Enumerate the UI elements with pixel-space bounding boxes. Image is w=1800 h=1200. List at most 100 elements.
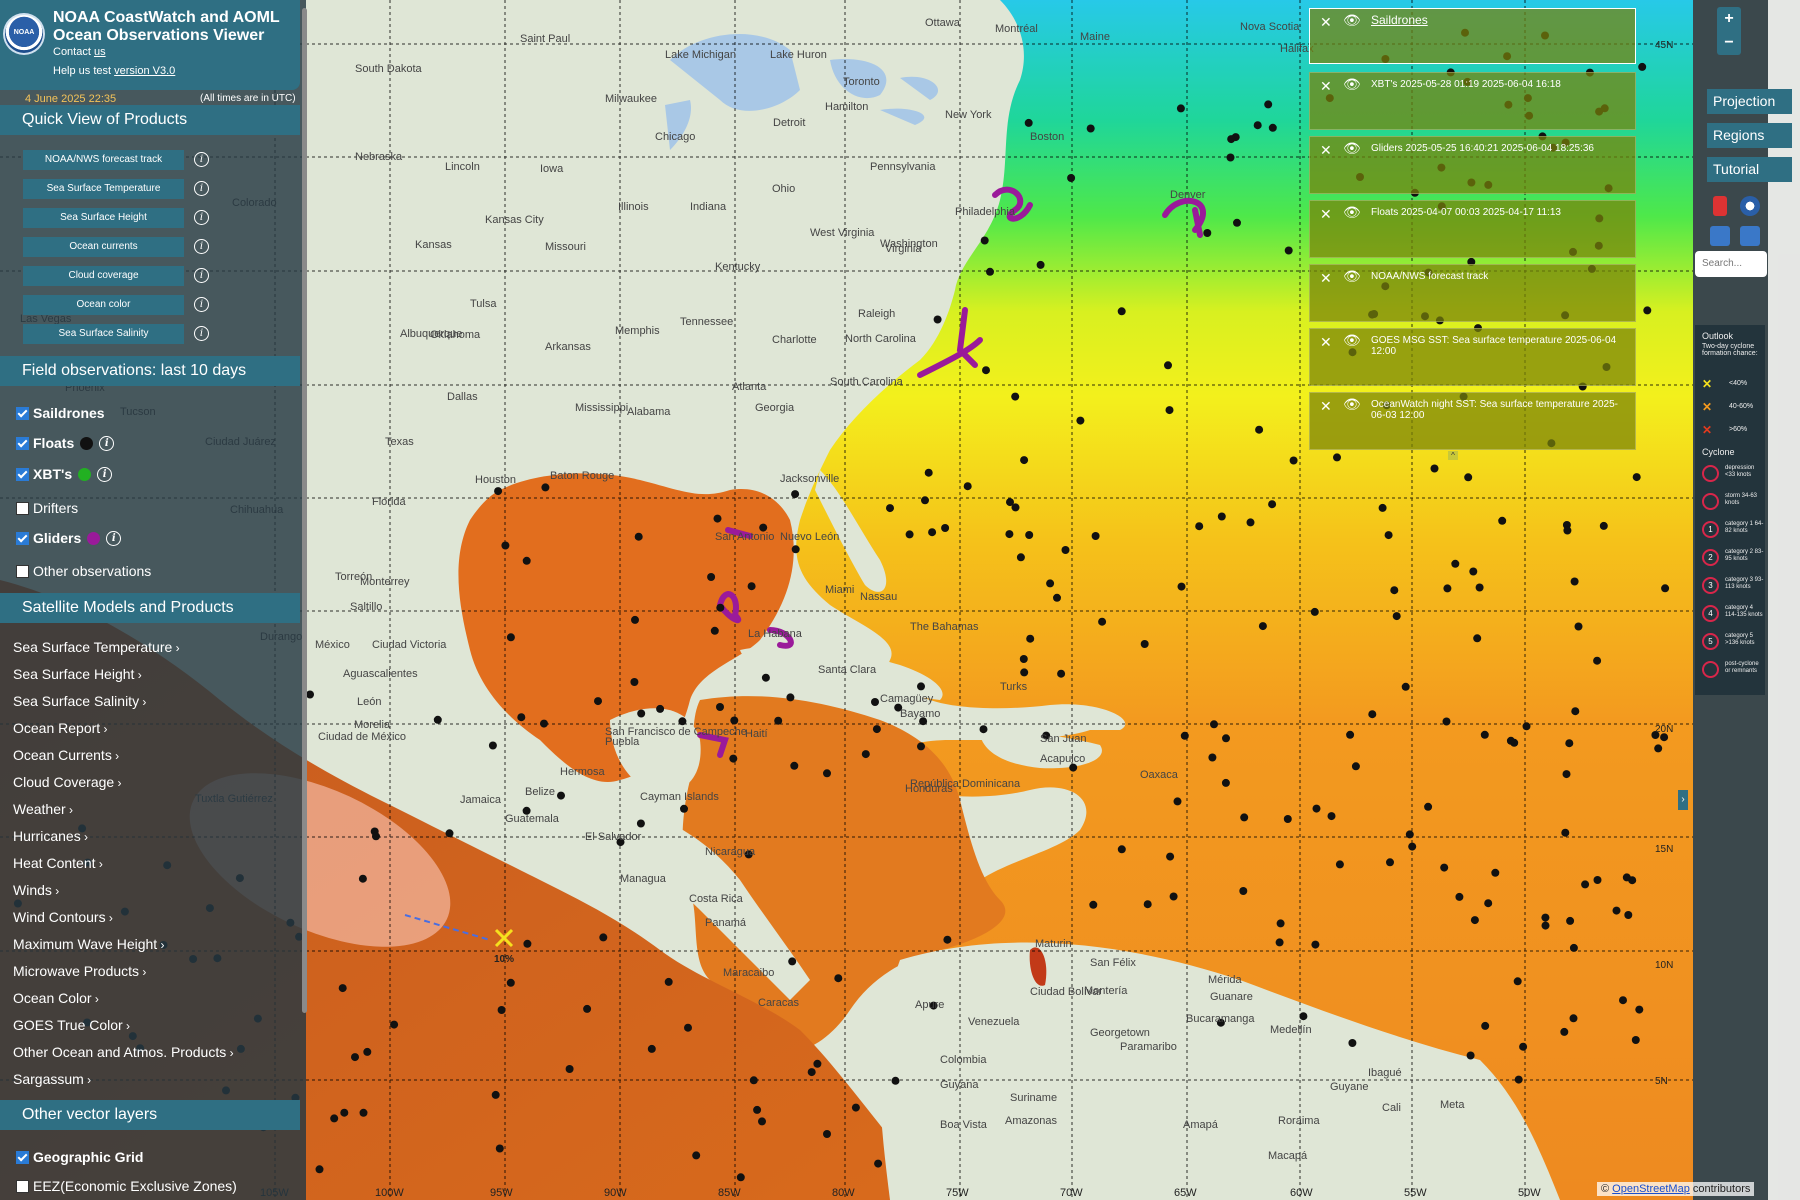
float-marker[interactable] xyxy=(1430,464,1439,473)
float-marker[interactable] xyxy=(583,1004,592,1013)
float-marker[interactable] xyxy=(874,1159,883,1168)
float-marker[interactable] xyxy=(1240,813,1249,822)
zoom-in-button[interactable]: + xyxy=(1717,7,1741,31)
checkbox[interactable] xyxy=(16,564,29,578)
float-marker[interactable] xyxy=(1222,734,1230,743)
float-marker[interactable] xyxy=(807,1068,816,1077)
float-marker[interactable] xyxy=(1348,1039,1357,1047)
float-marker[interactable] xyxy=(1020,456,1029,465)
float-marker[interactable] xyxy=(557,791,565,800)
float-marker[interactable] xyxy=(1392,612,1401,621)
vector-layer-item[interactable]: EEZ(Economic Exclusive Zones) xyxy=(16,1178,237,1194)
info-icon[interactable]: i xyxy=(194,268,209,283)
float-marker[interactable] xyxy=(390,1020,399,1029)
checkbox[interactable] xyxy=(16,467,29,481)
float-marker[interactable] xyxy=(1566,916,1575,925)
info-icon[interactable]: i xyxy=(194,239,209,254)
osm-link[interactable]: OpenStreetMap xyxy=(1612,1183,1690,1195)
float-marker[interactable] xyxy=(1386,858,1394,867)
float-marker[interactable] xyxy=(924,468,933,477)
checkbox[interactable] xyxy=(16,501,29,515)
float-marker[interactable] xyxy=(1283,815,1292,823)
float-marker[interactable] xyxy=(1312,804,1321,813)
float-marker[interactable] xyxy=(851,1103,860,1112)
float-marker[interactable] xyxy=(1221,778,1230,787)
float-marker[interactable] xyxy=(1227,135,1236,144)
float-marker[interactable] xyxy=(1563,526,1572,535)
satellite-product-item[interactable]: Weather xyxy=(13,801,73,817)
float-marker[interactable] xyxy=(1284,246,1293,255)
float-marker[interactable] xyxy=(1443,584,1452,593)
float-marker[interactable] xyxy=(1164,361,1172,370)
checkbox[interactable] xyxy=(16,1150,29,1164)
field-obs-item[interactable]: Gliders i xyxy=(16,530,122,546)
float-marker[interactable] xyxy=(1166,852,1175,861)
projection-button[interactable]: Projection xyxy=(1707,89,1792,114)
float-marker[interactable] xyxy=(1442,717,1451,726)
float-marker[interactable] xyxy=(790,761,799,770)
float-marker[interactable] xyxy=(1622,873,1631,882)
checkbox[interactable] xyxy=(16,1179,29,1193)
trash-icon[interactable] xyxy=(1713,196,1727,216)
close-icon[interactable]: ✕ xyxy=(1320,14,1332,31)
float-marker[interactable] xyxy=(707,573,716,581)
info-icon[interactable]: i xyxy=(106,530,122,546)
float-marker[interactable] xyxy=(1253,121,1262,130)
quick-view-button[interactable]: Sea Surface Salinity xyxy=(23,324,184,344)
float-marker[interactable] xyxy=(917,682,925,691)
field-obs-item[interactable]: Drifters xyxy=(16,500,78,516)
float-marker[interactable] xyxy=(501,541,510,550)
float-marker[interactable] xyxy=(1268,500,1277,509)
float-marker[interactable] xyxy=(1571,707,1580,716)
float-marker[interactable] xyxy=(1473,634,1482,643)
float-marker[interactable] xyxy=(680,804,688,813)
vector-layer-item[interactable]: Geographic Grid xyxy=(16,1149,143,1165)
float-marker[interactable] xyxy=(886,504,894,513)
float-marker[interactable] xyxy=(1390,586,1399,595)
float-marker[interactable] xyxy=(1276,919,1285,928)
quick-view-button[interactable]: Sea Surface Height xyxy=(23,208,184,228)
float-marker[interactable] xyxy=(1464,473,1473,482)
float-marker[interactable] xyxy=(1203,229,1212,237)
float-marker[interactable] xyxy=(1208,753,1217,762)
info-icon[interactable]: i xyxy=(97,466,113,482)
float-marker[interactable] xyxy=(813,1059,822,1068)
float-marker[interactable] xyxy=(1025,531,1034,539)
float-marker[interactable] xyxy=(1327,812,1336,821)
float-marker[interactable] xyxy=(565,1065,574,1073)
globe-icon[interactable] xyxy=(1740,196,1760,216)
float-marker[interactable] xyxy=(943,935,952,944)
float-marker[interactable] xyxy=(1560,1027,1569,1036)
float-marker[interactable] xyxy=(1565,739,1574,748)
float-marker[interactable] xyxy=(494,487,503,496)
eye-icon[interactable]: 👁 xyxy=(1343,204,1361,221)
float-marker[interactable] xyxy=(351,1053,359,1062)
float-marker[interactable] xyxy=(506,633,515,642)
satellite-product-item[interactable]: Cloud Coverage xyxy=(13,774,122,790)
float-marker[interactable] xyxy=(1311,940,1320,949)
float-marker[interactable] xyxy=(372,832,380,841)
float-marker[interactable] xyxy=(1255,425,1264,434)
quick-view-button[interactable]: Sea Surface Temperature xyxy=(23,179,184,199)
eye-icon[interactable]: 👁 xyxy=(1343,12,1361,29)
float-marker[interactable] xyxy=(1469,567,1478,576)
satellite-product-item[interactable]: Maximum Wave Height xyxy=(13,936,165,952)
eye-icon[interactable]: 👁 xyxy=(1343,76,1361,93)
float-marker[interactable] xyxy=(1335,860,1344,869)
float-marker[interactable] xyxy=(1513,977,1522,986)
float-marker[interactable] xyxy=(861,750,870,759)
float-marker[interactable] xyxy=(933,315,942,324)
regions-button[interactable]: Regions xyxy=(1707,123,1792,148)
float-marker[interactable] xyxy=(941,524,950,532)
float-marker[interactable] xyxy=(747,582,756,591)
float-marker[interactable] xyxy=(1140,640,1149,648)
float-marker[interactable] xyxy=(749,1076,758,1085)
float-marker[interactable] xyxy=(330,1114,339,1123)
eye-icon[interactable]: 👁 xyxy=(1343,332,1361,349)
float-marker[interactable] xyxy=(338,984,347,993)
float-marker[interactable] xyxy=(1289,456,1298,465)
eye-icon[interactable]: 👁 xyxy=(1343,140,1361,157)
float-marker[interactable] xyxy=(1562,770,1571,779)
float-marker[interactable] xyxy=(1570,577,1579,586)
float-marker[interactable] xyxy=(315,1165,324,1174)
